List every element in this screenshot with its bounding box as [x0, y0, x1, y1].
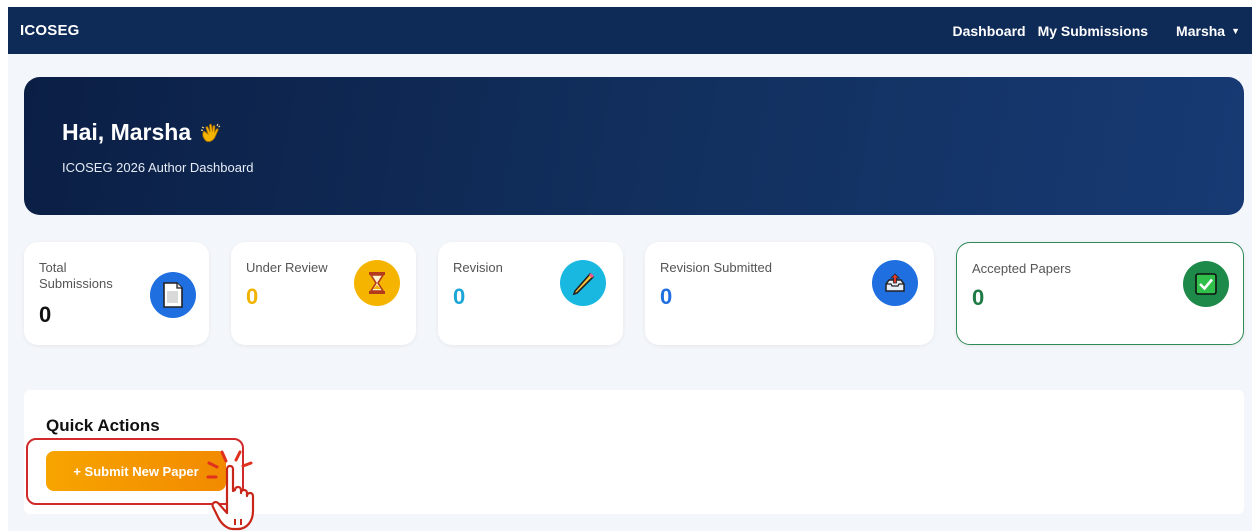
welcome-banner: Hai, Marsha ICOSEG 2026 Author Dashboard — [24, 77, 1244, 215]
stat-label: Revision Submitted — [660, 260, 772, 275]
stat-label: Accepted Papers — [972, 261, 1072, 276]
app-frame: ICOSEG Dashboard My Submissions Marsha ▼… — [8, 7, 1252, 531]
stat-card-accepted-papers[interactable]: Accepted Papers 0 — [956, 242, 1244, 345]
stat-label: Total Submissions — [39, 260, 113, 291]
stat-card-revision[interactable]: Revision 0 — [438, 242, 623, 345]
nav-menu: Dashboard My Submissions Marsha ▼ — [940, 23, 1240, 39]
document-icon — [150, 272, 196, 318]
stat-value: 0 — [660, 284, 673, 309]
greeting-text: Hai, Marsha — [62, 119, 192, 145]
stat-card-total-submissions[interactable]: Total Submissions 0 — [24, 242, 209, 345]
nav-link-dashboard[interactable]: Dashboard — [952, 23, 1025, 39]
pencil-icon — [560, 260, 606, 306]
stat-value: 0 — [246, 284, 259, 309]
hourglass-icon — [354, 260, 400, 306]
greeting-heading: Hai, Marsha — [62, 119, 223, 146]
dashboard-subtitle: ICOSEG 2026 Author Dashboard — [62, 160, 254, 175]
caret-down-icon: ▼ — [1231, 25, 1240, 36]
upload-tray-icon — [872, 260, 918, 306]
stat-value: 0 — [39, 302, 52, 327]
waving-hand-icon — [200, 123, 221, 142]
user-name: Marsha — [1176, 22, 1226, 39]
pointing-hand-icon — [206, 450, 255, 531]
nav-link-my-submissions[interactable]: My Submissions — [1038, 23, 1148, 39]
brand-logo[interactable]: ICOSEG — [20, 22, 80, 39]
stat-label: Under Review — [246, 260, 328, 275]
top-navbar: ICOSEG Dashboard My Submissions Marsha ▼ — [8, 7, 1252, 54]
stat-card-revision-submitted[interactable]: Revision Submitted 0 — [645, 242, 934, 345]
stat-card-under-review[interactable]: Under Review 0 — [231, 242, 416, 345]
user-menu-dropdown[interactable]: Marsha ▼ — [1176, 23, 1240, 39]
quick-actions-title: Quick Actions — [46, 416, 160, 435]
checkmark-icon — [1183, 261, 1229, 307]
stat-value: 0 — [453, 284, 466, 309]
stat-label: Revision — [453, 260, 503, 275]
stat-value: 0 — [972, 285, 985, 310]
